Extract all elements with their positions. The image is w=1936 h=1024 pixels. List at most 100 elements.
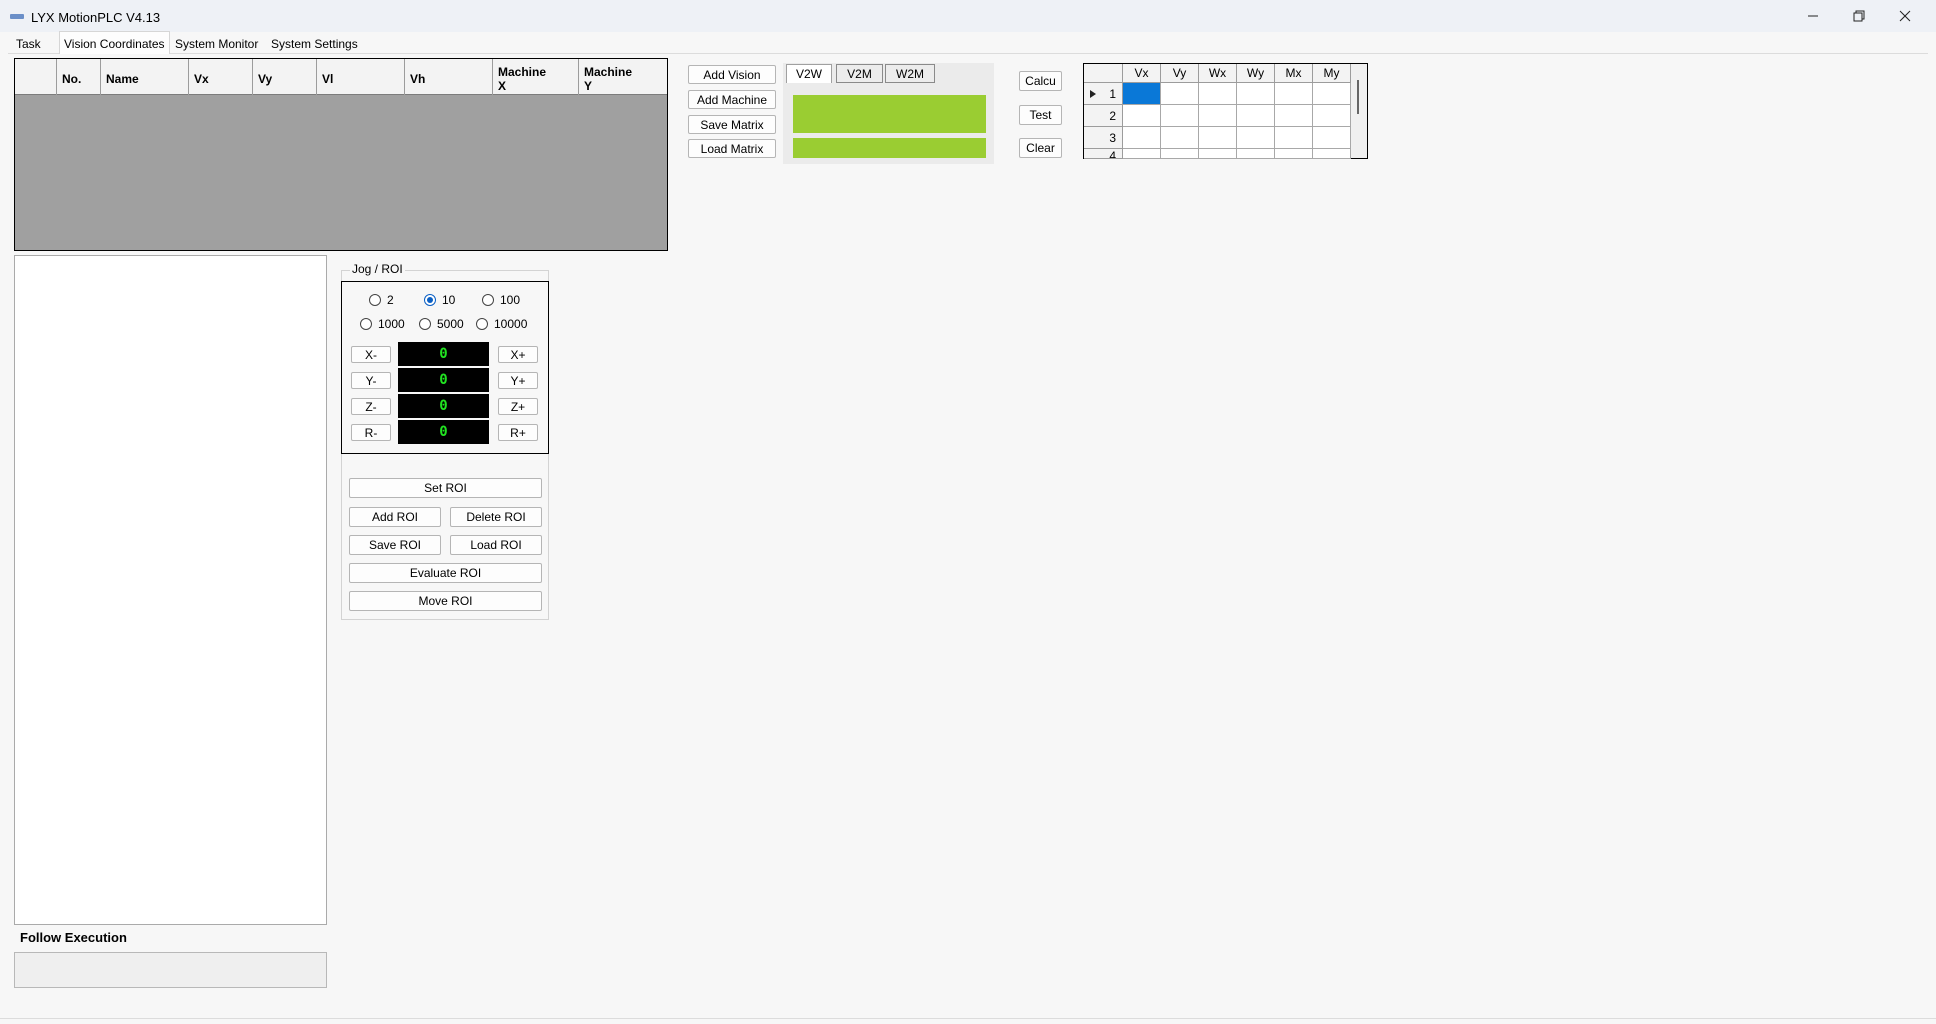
z-position-display: 0 <box>398 394 489 418</box>
table-cell[interactable] <box>1199 105 1237 127</box>
jog-r-minus-button[interactable]: R- <box>351 424 391 441</box>
test-button[interactable]: Test <box>1019 105 1062 125</box>
step-radio-1000[interactable]: 1000 <box>360 316 405 332</box>
table-cell[interactable] <box>1237 149 1275 159</box>
column-header-my[interactable]: My <box>1313 64 1351 83</box>
step-label: 10000 <box>494 317 528 331</box>
table-cell[interactable] <box>1275 83 1313 105</box>
table-cell[interactable] <box>1313 83 1351 105</box>
table-cell[interactable] <box>1123 127 1161 149</box>
program-list-panel[interactable] <box>14 255 327 925</box>
table-corner-header <box>1084 64 1123 83</box>
radio-icon <box>476 318 488 330</box>
jog-z-minus-button[interactable]: Z- <box>351 398 391 415</box>
step-radio-10[interactable]: 10 <box>424 292 455 308</box>
table-cell[interactable] <box>1199 149 1237 159</box>
close-button[interactable] <box>1882 0 1928 32</box>
radio-icon <box>482 294 494 306</box>
load-matrix-button[interactable]: Load Matrix <box>688 139 776 158</box>
minimize-button[interactable] <box>1790 0 1836 32</box>
tab-v2w[interactable]: V2W <box>786 64 832 83</box>
table-cell[interactable] <box>1313 127 1351 149</box>
tab-system-monitor[interactable]: System Monitor <box>171 34 262 53</box>
column-header-no[interactable]: No. <box>57 59 101 95</box>
table-row-header[interactable]: 1 <box>1084 83 1123 105</box>
table-cell[interactable] <box>1161 105 1199 127</box>
save-matrix-button[interactable]: Save Matrix <box>688 115 776 134</box>
column-header-vy[interactable]: Vy <box>253 59 317 95</box>
save-roi-button[interactable]: Save ROI <box>349 535 441 555</box>
table-cell[interactable] <box>1123 149 1161 159</box>
step-radio-5000[interactable]: 5000 <box>419 316 464 332</box>
tab-vision-coordinates[interactable]: Vision Coordinates <box>59 31 170 54</box>
step-radio-100[interactable]: 100 <box>482 292 520 308</box>
table-cell[interactable] <box>1199 127 1237 149</box>
table-cell[interactable] <box>1161 83 1199 105</box>
calcu-button[interactable]: Calcu <box>1019 71 1062 91</box>
load-roi-button[interactable]: Load ROI <box>450 535 542 555</box>
add-vision-button[interactable]: Add Vision <box>688 65 776 84</box>
tab-task[interactable]: Task <box>12 34 45 53</box>
table-row-header[interactable]: 2 <box>1084 105 1123 127</box>
column-header-machine-y[interactable]: Machine Y <box>579 59 667 95</box>
jog-z-plus-button[interactable]: Z+ <box>498 398 538 415</box>
table-cell-selected[interactable] <box>1123 83 1161 105</box>
table-cell[interactable] <box>1199 83 1237 105</box>
column-header-vx[interactable]: Vx <box>189 59 253 95</box>
delete-roi-button[interactable]: Delete ROI <box>450 507 542 527</box>
row-number: 1 <box>1109 86 1116 101</box>
table-cell[interactable] <box>1237 105 1275 127</box>
jog-r-plus-button[interactable]: R+ <box>498 424 538 441</box>
jog-x-plus-button[interactable]: X+ <box>498 346 538 363</box>
column-header-machine-x[interactable]: Machine X <box>493 59 579 95</box>
table-vertical-scrollbar[interactable] <box>1351 64 1367 158</box>
column-header-mx[interactable]: Mx <box>1275 64 1313 83</box>
minimize-icon <box>1808 15 1818 17</box>
table-cell[interactable] <box>1161 149 1199 159</box>
tab-divider <box>8 53 1928 54</box>
table-cell[interactable] <box>1237 83 1275 105</box>
column-header-vy[interactable]: Vy <box>1161 64 1199 83</box>
column-header-vx[interactable]: Vx <box>1123 64 1161 83</box>
table-cell[interactable] <box>1123 105 1161 127</box>
table-cell[interactable] <box>1313 105 1351 127</box>
table-row-header[interactable]: 3 <box>1084 127 1123 149</box>
column-header-label-line: X <box>498 79 507 93</box>
restore-button[interactable] <box>1836 0 1882 32</box>
column-header-wx[interactable]: Wx <box>1199 64 1237 83</box>
tab-system-settings[interactable]: System Settings <box>267 34 362 53</box>
column-header-wy[interactable]: Wy <box>1237 64 1275 83</box>
jog-y-minus-button[interactable]: Y- <box>351 372 391 389</box>
add-machine-button[interactable]: Add Machine <box>688 90 776 109</box>
window-title: LYX MotionPLC V4.13 <box>31 10 161 25</box>
add-roi-button[interactable]: Add ROI <box>349 507 441 527</box>
jog-y-plus-button[interactable]: Y+ <box>498 372 538 389</box>
table-cell[interactable] <box>1161 127 1199 149</box>
set-roi-button[interactable]: Set ROI <box>349 478 542 498</box>
follow-execution-box[interactable] <box>14 952 327 988</box>
close-icon <box>1899 10 1911 22</box>
grid-row-header-corner <box>15 59 57 95</box>
step-label: 100 <box>500 293 521 307</box>
table-cell[interactable] <box>1275 127 1313 149</box>
restore-icon <box>1853 10 1865 22</box>
scrollbar-thumb[interactable] <box>1357 80 1359 114</box>
step-radio-2[interactable]: 2 <box>369 292 394 308</box>
step-radio-10000[interactable]: 10000 <box>476 316 527 332</box>
jog-x-minus-button[interactable]: X- <box>351 346 391 363</box>
table-row-header[interactable]: 4 <box>1084 149 1123 159</box>
title-bar <box>0 0 1936 32</box>
table-cell[interactable] <box>1275 105 1313 127</box>
table-cell[interactable] <box>1275 149 1313 159</box>
column-header-vl[interactable]: Vl <box>317 59 405 95</box>
tab-v2m[interactable]: V2M <box>836 64 883 83</box>
move-roi-button[interactable]: Move ROI <box>349 591 542 611</box>
evaluate-roi-button[interactable]: Evaluate ROI <box>349 563 542 583</box>
column-header-label-line: Machine <box>584 65 633 79</box>
table-cell[interactable] <box>1237 127 1275 149</box>
clear-button[interactable]: Clear <box>1019 138 1062 158</box>
column-header-name[interactable]: Name <box>101 59 189 95</box>
column-header-vh[interactable]: Vh <box>405 59 493 95</box>
table-cell[interactable] <box>1313 149 1351 159</box>
tab-w2m[interactable]: W2M <box>885 64 935 83</box>
